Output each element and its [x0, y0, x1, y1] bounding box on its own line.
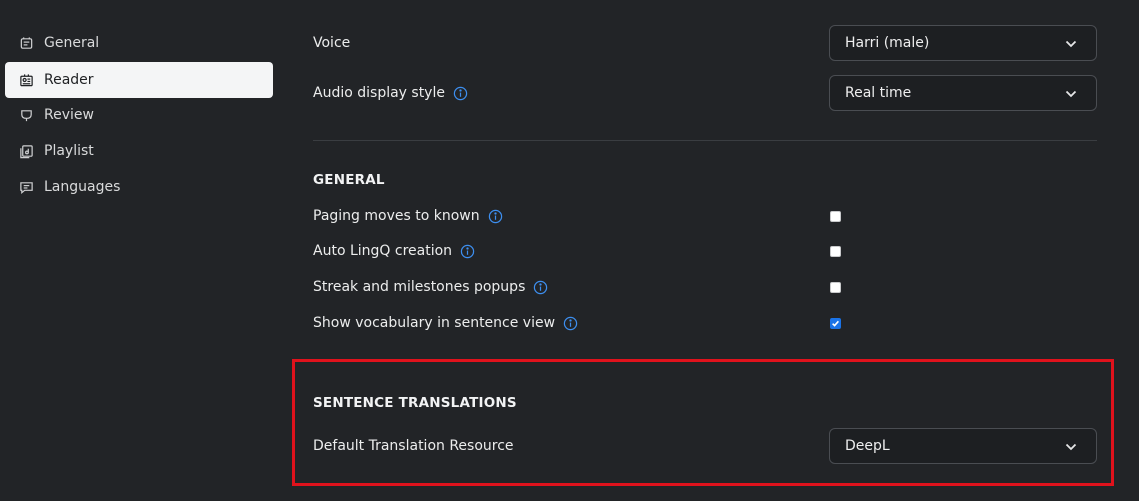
settings-content: Voice Harri (male) Audio display style R… — [285, 0, 1139, 501]
playlist-icon — [18, 143, 34, 159]
audio-display-style-label: Audio display style — [313, 83, 468, 103]
show-vocabulary-sentence-view-checkbox[interactable] — [830, 318, 841, 329]
general-section-title: GENERAL — [313, 172, 385, 188]
audio-display-style-value: Real time — [845, 85, 912, 101]
sidebar-item-label: General — [44, 35, 100, 51]
sidebar-item-languages[interactable]: Languages — [5, 169, 273, 205]
voice-select-value: Harri (male) — [845, 35, 930, 51]
paging-moves-to-known-checkbox[interactable] — [830, 211, 841, 222]
sidebar-item-label: Reader — [44, 72, 94, 88]
info-icon[interactable] — [488, 209, 503, 224]
badge-icon — [18, 35, 34, 51]
sidebar-item-review[interactable]: Review — [5, 97, 273, 133]
voice-select[interactable]: Harri (male) — [829, 25, 1097, 61]
chevron-down-icon — [1065, 90, 1077, 98]
default-translation-resource-label: Default Translation Resource — [313, 438, 514, 454]
default-translation-resource-value: DeepL — [845, 438, 890, 454]
sidebar-item-reader[interactable]: Reader — [5, 62, 273, 98]
voice-label: Voice — [313, 35, 351, 51]
sidebar-item-label: Languages — [44, 179, 121, 195]
review-icon — [18, 107, 34, 123]
highlight-annotation-box — [292, 359, 1114, 486]
streak-milestones-popups-label: Streak and milestones popups — [313, 277, 548, 297]
sentence-translations-section-title: SENTENCE TRANSLATIONS — [313, 395, 517, 411]
auto-lingq-creation-checkbox[interactable] — [830, 246, 841, 257]
sidebar-item-general[interactable]: General — [5, 25, 273, 61]
auto-lingq-creation-label: Auto LingQ creation — [313, 241, 475, 261]
sidebar-item-label: Review — [44, 107, 94, 123]
info-icon[interactable] — [453, 86, 468, 101]
info-icon[interactable] — [460, 244, 475, 259]
show-vocabulary-sentence-view-label: Show vocabulary in sentence view — [313, 313, 578, 333]
audio-display-style-select[interactable]: Real time — [829, 75, 1097, 111]
sidebar-item-label: Playlist — [44, 143, 94, 159]
default-translation-resource-select[interactable]: DeepL — [829, 428, 1097, 464]
chevron-down-icon — [1065, 40, 1077, 48]
chat-icon — [18, 179, 34, 195]
info-icon[interactable] — [563, 316, 578, 331]
paging-moves-to-known-label: Paging moves to known — [313, 206, 503, 226]
streak-milestones-popups-checkbox[interactable] — [830, 282, 841, 293]
checkmark-icon — [832, 320, 839, 327]
chevron-down-icon — [1065, 443, 1077, 451]
sidebar-item-playlist[interactable]: Playlist — [5, 133, 273, 169]
section-divider — [313, 140, 1097, 141]
settings-sidebar: General Reader Review Playlist Languages — [0, 0, 285, 501]
reader-icon — [18, 72, 34, 88]
info-icon[interactable] — [533, 280, 548, 295]
